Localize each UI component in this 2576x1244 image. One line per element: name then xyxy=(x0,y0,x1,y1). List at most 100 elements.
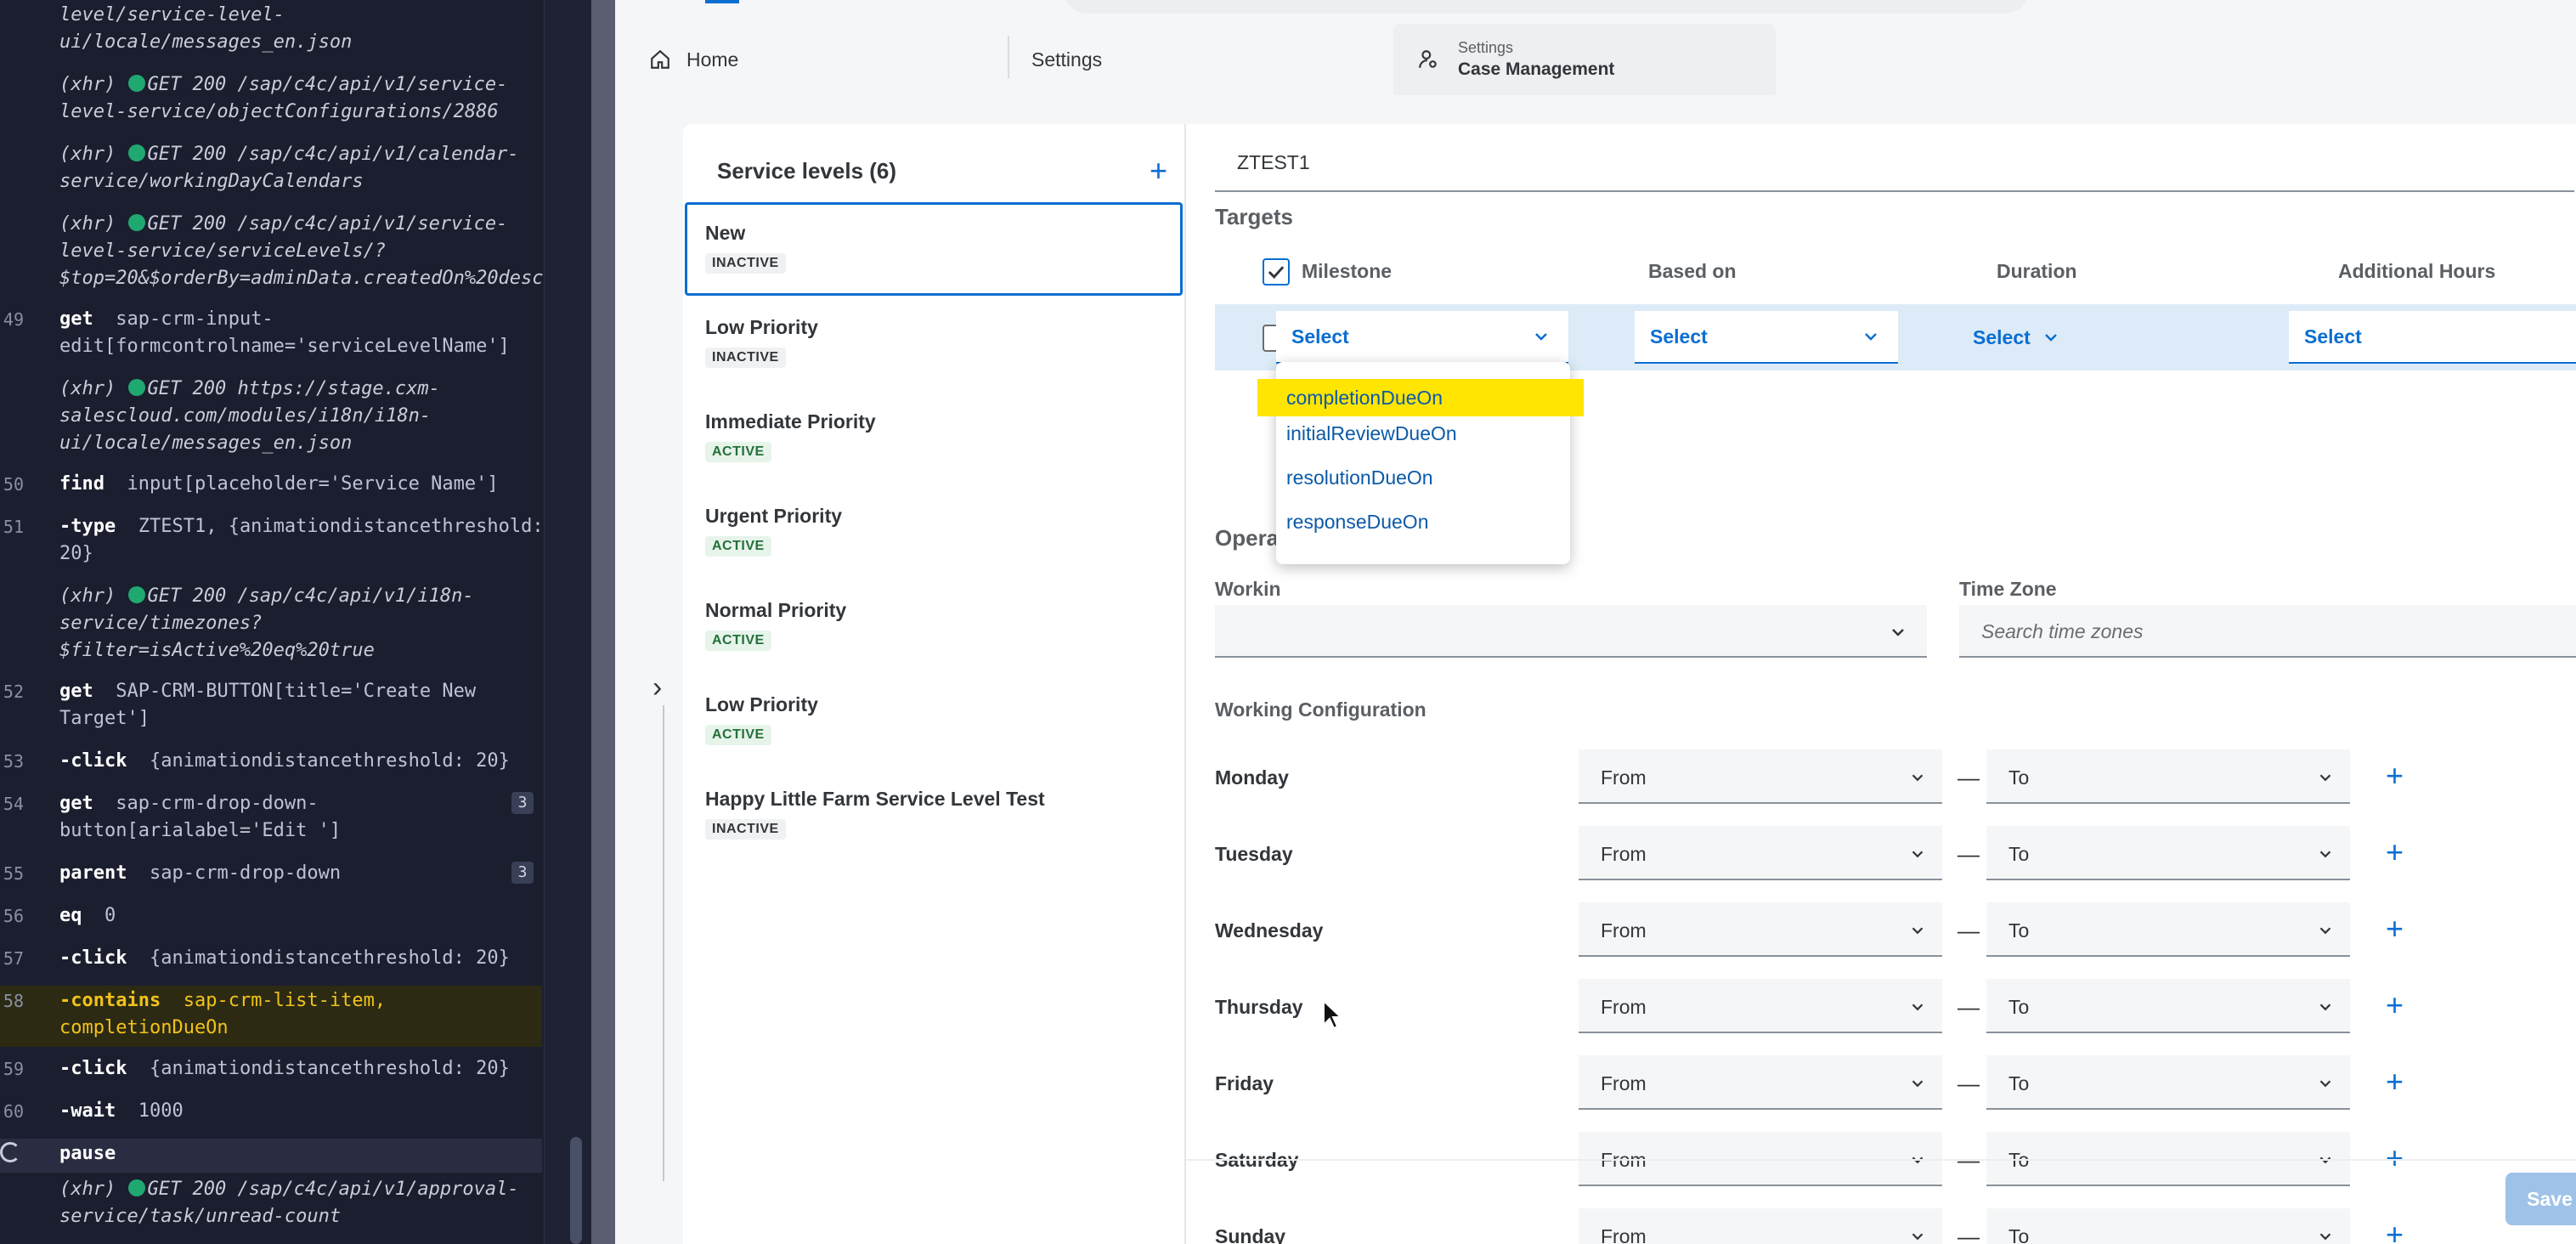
dropdown-option[interactable]: resolutionDueOn xyxy=(1286,461,1433,495)
service-level-item[interactable]: Normal Priority ACTIVE xyxy=(685,580,1183,673)
select-all-checkbox[interactable] xyxy=(1263,258,1290,286)
from-time-select[interactable]: From xyxy=(1579,902,1942,957)
global-search[interactable] xyxy=(1064,0,2029,14)
log-text: 20} xyxy=(59,543,93,564)
service-level-item[interactable]: Low Priority ACTIVE xyxy=(685,674,1183,767)
panel-resize-handle[interactable] xyxy=(591,0,615,1244)
command-name: -contains xyxy=(59,990,161,1011)
log-entry[interactable]: (xhr) GET 200 https://stage.cxm-salesclo… xyxy=(0,374,542,462)
add-time-range-button[interactable]: + xyxy=(2386,913,2404,944)
to-time-select[interactable]: To xyxy=(1986,902,2350,957)
log-entry[interactable]: 54 get sap-crm-drop-down-button[arialabel… xyxy=(0,789,542,850)
additional-hours-select[interactable]: Select xyxy=(2289,311,2576,364)
service-level-item[interactable]: Immediate Priority ACTIVE xyxy=(685,391,1183,484)
dropdown-option[interactable]: initialReviewDueOn xyxy=(1286,416,1457,450)
tab-case-management[interactable]: Settings Case Management xyxy=(1393,24,1776,95)
log-line: completionDueOn xyxy=(59,1015,542,1042)
log-entry[interactable]: 60 -wait 1000 xyxy=(0,1096,542,1130)
log-entry[interactable]: 49 get sap-crm-input-edit[formcontrolname… xyxy=(0,304,542,365)
log-entry[interactable]: 56 eq 0 xyxy=(0,901,542,935)
working-calendar-select[interactable] xyxy=(1215,605,1927,658)
expand-side-panel-icon[interactable]: › xyxy=(652,671,662,704)
tab-home[interactable]: Home xyxy=(649,24,1023,95)
dropdown-option-highlighted[interactable]: completionDueOn xyxy=(1257,379,1584,416)
log-entry[interactable]: 55 parent sap-crm-drop-down 3 xyxy=(0,858,542,892)
from-time-select[interactable]: From xyxy=(1579,979,1942,1033)
tab-settings-label: Settings xyxy=(1031,48,1103,71)
chevron-down-icon xyxy=(2044,334,2057,342)
time-zone-input[interactable]: Search time zones xyxy=(1959,605,2576,658)
service-level-name: Normal Priority xyxy=(705,599,847,621)
log-scrollbar-thumb[interactable] xyxy=(570,1137,582,1244)
log-entry-body: (xhr) GET 200 https://stage.cxm-salesclo… xyxy=(59,376,542,457)
log-entry-body: -click {animationdistancethreshold: 20} xyxy=(59,945,542,972)
milestone-select-value: Select xyxy=(1291,325,1349,348)
add-service-level-button[interactable]: + xyxy=(1150,156,1167,186)
command-name: -click xyxy=(59,947,127,969)
range-dash: — xyxy=(1957,994,1980,1020)
range-dash: — xyxy=(1957,918,1980,943)
log-entry[interactable]: 52 get SAP-CRM-BUTTON[title='Create New Ta… xyxy=(0,676,542,738)
service-level-item[interactable]: Urgent Priority ACTIVE xyxy=(685,485,1183,579)
target-row: Select Select Select Select xyxy=(1215,304,2576,370)
log-entry-body: get SAP-CRM-BUTTON[title='Create New Targ… xyxy=(59,678,542,732)
service-level-name: Low Priority xyxy=(705,693,818,715)
log-line: parent sap-crm-drop-down xyxy=(59,860,542,887)
add-time-range-button[interactable]: + xyxy=(2386,761,2404,791)
check-icon xyxy=(1268,266,1285,279)
from-time-select[interactable]: From xyxy=(1579,826,1942,880)
log-line: $top=20&$orderBy=adminData.createdOn%20d… xyxy=(59,265,544,292)
service-level-item[interactable]: Low Priority INACTIVE xyxy=(685,297,1183,390)
loading-spinner-icon xyxy=(0,1142,20,1162)
add-time-range-button[interactable]: + xyxy=(2386,1066,2404,1097)
log-entry[interactable]: (xhr) GET 200 /sap/c4c/api/v1/approval-s… xyxy=(0,1174,542,1236)
command-args: 0 xyxy=(105,905,116,926)
log-line: service/workingDayCalendars xyxy=(59,168,542,195)
based-on-select[interactable]: Select xyxy=(1635,311,1898,364)
log-entry[interactable]: 59 -click {animationdistancethreshold: 20… xyxy=(0,1054,542,1088)
service-level-item[interactable]: Happy Little Farm Service Level Test INAC… xyxy=(685,768,1183,862)
log-entry[interactable]: 58 -contains sap-crm-list-item, completion… xyxy=(0,986,542,1047)
log-line: -click {animationdistancethreshold: 20} xyxy=(59,748,542,775)
log-entry[interactable]: (xhr) GET 200 /sap/c4c/api/v1/service-le… xyxy=(0,70,542,131)
service-level-item[interactable]: New INACTIVE xyxy=(685,202,1183,296)
log-entry[interactable]: 50 find input[placeholder='Service Name'] xyxy=(0,469,542,503)
log-entry[interactable]: 57 -click {animationdistancethreshold: 20… xyxy=(0,943,542,977)
add-time-range-button[interactable]: + xyxy=(2386,1219,2404,1244)
duration-select[interactable]: Select xyxy=(1973,311,2075,364)
log-line: edit[formcontrolname='serviceLevelName'] xyxy=(59,333,542,360)
log-entry[interactable]: (xhr) GET 200 /sap/c4c/api/v1/service-le… xyxy=(0,209,544,297)
add-time-range-button[interactable]: + xyxy=(2386,990,2404,1021)
add-time-range-button[interactable]: + xyxy=(2386,1143,2404,1173)
log-scrollbar[interactable] xyxy=(544,0,591,1244)
from-time-select[interactable]: From xyxy=(1579,749,1942,804)
service-name-input[interactable]: ZTEST1 xyxy=(1215,139,2574,192)
to-time-select[interactable]: To xyxy=(1986,826,2350,880)
service-level-name: New xyxy=(705,222,746,244)
save-button[interactable]: Save xyxy=(2505,1173,2576,1225)
dropdown-option[interactable]: responseDueOn xyxy=(1286,505,1429,539)
to-label: To xyxy=(2008,766,2030,789)
command-name: -click xyxy=(59,1058,127,1079)
log-entry[interactable]: pause xyxy=(0,1139,542,1173)
tab-settings[interactable]: Settings xyxy=(1031,24,1371,95)
to-time-select[interactable]: To xyxy=(1986,749,2350,804)
to-time-select[interactable]: To xyxy=(1986,1208,2350,1244)
log-entry[interactable]: 53 -click {animationdistancethreshold: 20… xyxy=(0,746,542,780)
from-time-select[interactable]: From xyxy=(1579,1055,1942,1110)
log-entry-body: pause xyxy=(59,1140,542,1168)
log-entry[interactable]: 51 -type ZTEST1, {animationdistancethresh… xyxy=(0,512,544,573)
add-time-range-button[interactable]: + xyxy=(2386,837,2404,868)
to-time-select[interactable]: To xyxy=(1986,1055,2350,1110)
log-line-number: 51 xyxy=(3,517,24,537)
log-text: service/workingDayCalendars xyxy=(59,171,364,192)
status-dot-icon xyxy=(128,75,146,92)
to-time-select[interactable]: To xyxy=(1986,979,2350,1033)
tab-active-context: Settings xyxy=(1458,39,1514,56)
column-additional-hours: Additional Hours xyxy=(2338,260,2496,282)
log-entry[interactable]: level/service-level-ui/locale/messages_e… xyxy=(0,0,542,61)
from-time-select[interactable]: From xyxy=(1579,1208,1942,1244)
log-entry[interactable]: (xhr) GET 200 /sap/c4c/api/v1/i18n-servi… xyxy=(0,581,542,670)
milestone-select[interactable]: Select xyxy=(1276,311,1568,364)
log-entry[interactable]: (xhr) GET 200 /sap/c4c/api/v1/calendar-s… xyxy=(0,139,542,201)
